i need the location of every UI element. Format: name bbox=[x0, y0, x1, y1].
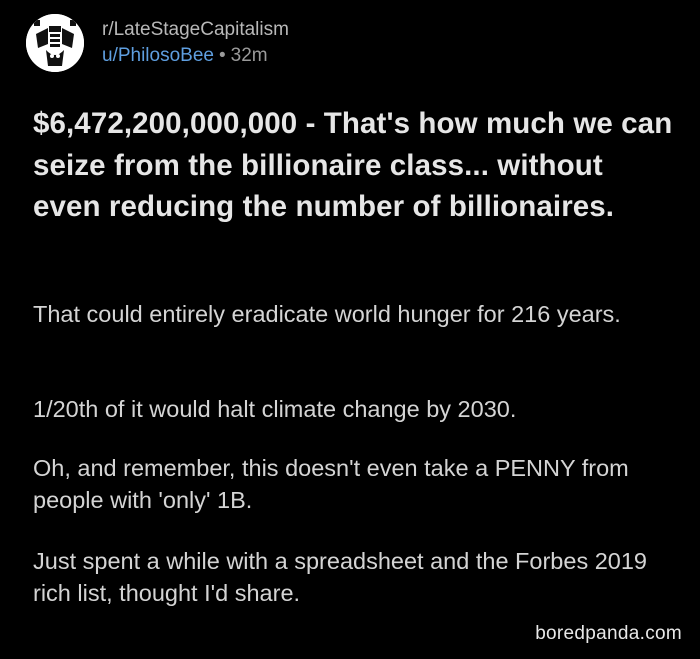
avatar-graphic bbox=[26, 14, 84, 72]
boredpanda-watermark: boredpanda.com bbox=[535, 623, 682, 644]
post-paragraph-1: That could entirely eradicate world hung… bbox=[33, 301, 621, 327]
philosobee-avatar-icon[interactable] bbox=[26, 14, 84, 72]
post-meta: r/LateStageCapitalism u/PhilosoBee • 32m bbox=[102, 17, 289, 69]
post-header: r/LateStageCapitalism u/PhilosoBee • 32m bbox=[26, 14, 289, 72]
subreddit-link[interactable]: r/LateStageCapitalism bbox=[102, 17, 289, 43]
post-age: 32m bbox=[230, 45, 268, 66]
meta-separator: • bbox=[218, 45, 226, 66]
post-title[interactable]: $6,472,200,000,000 - That's how much we … bbox=[33, 103, 673, 228]
post-paragraph-4: Just spent a while with a spreadsheet an… bbox=[33, 548, 647, 606]
reddit-post: r/LateStageCapitalism u/PhilosoBee • 32m $… bbox=[0, 0, 700, 659]
post-paragraph-3: Oh, and remember, this doesn't even take… bbox=[33, 455, 629, 513]
post-paragraph-2: 1/20th of it would halt climate change b… bbox=[33, 396, 517, 422]
author-link[interactable]: u/PhilosoBee bbox=[102, 45, 214, 66]
byline: u/PhilosoBee • 32m bbox=[102, 43, 289, 69]
